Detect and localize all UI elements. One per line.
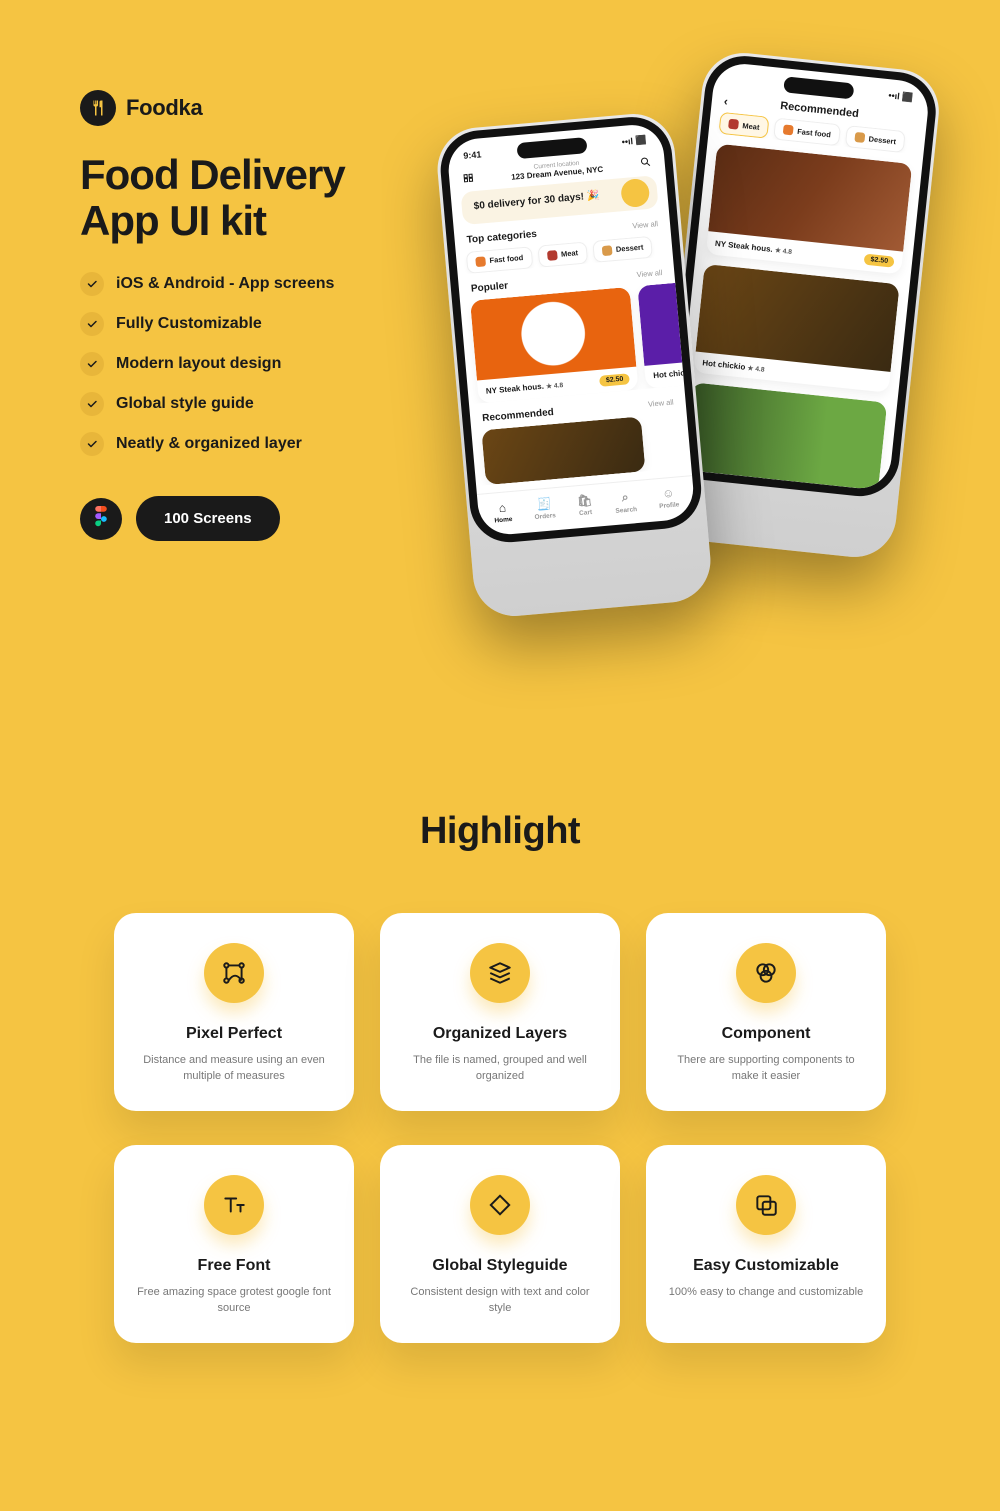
tile-desc: There are supporting components to make … [668, 1053, 864, 1085]
tab-orders[interactable]: 🧾Orders [533, 496, 556, 522]
brand-logo-icon [80, 90, 116, 126]
tab-home[interactable]: ⌂Home [493, 500, 513, 525]
search-icon[interactable] [638, 154, 653, 169]
phone-home: 9:41 ••ıl ⬛ Current location 123 Dream A… [434, 111, 714, 620]
phone-mockups: 9:41 ••ıl ⬛ ‹ Recommended Meat Fast food… [440, 90, 920, 710]
food-card[interactable] [683, 382, 887, 490]
layers-icon [470, 943, 530, 1003]
section-heading: Highlight [0, 810, 1000, 853]
typography-icon [204, 1175, 264, 1235]
food-card[interactable]: NY Steak hous. ★ 4.8$2.50 [470, 286, 638, 403]
brand-name: Foodka [126, 95, 202, 121]
tile-desc: Free amazing space grotest google font s… [136, 1285, 332, 1317]
recommended-list: NY Steak hous. ★ 4.8$2.50 Hot chickio ★ … [673, 143, 922, 492]
food-image [683, 382, 887, 490]
highlight-grid: Pixel Perfect Distance and measure using… [0, 913, 1000, 1343]
search-icon: ⌕ [614, 489, 637, 506]
check-icon [80, 392, 104, 416]
tile-desc: The file is named, grouped and well orga… [402, 1053, 598, 1085]
view-all-link[interactable]: View all [648, 397, 674, 408]
tab-search[interactable]: ⌕Search [614, 489, 638, 515]
status-icons: ••ıl ⬛ [621, 134, 647, 147]
price-badge: $2.50 [599, 373, 629, 387]
status-time: 9:41 [463, 149, 482, 161]
feature-item: iOS & Android - App screens [80, 272, 420, 296]
brand: Foodka [80, 90, 420, 126]
tile-title: Pixel Perfect [186, 1025, 282, 1043]
tile-pixel-perfect: Pixel Perfect Distance and measure using… [114, 913, 354, 1111]
tile-styleguide: Global Styleguide Consistent design with… [380, 1145, 620, 1343]
feature-list: iOS & Android - App screens Fully Custom… [80, 272, 420, 456]
tile-desc: Distance and measure using an even multi… [136, 1053, 332, 1085]
tile-title: Free Font [198, 1257, 271, 1275]
tab-profile[interactable]: ☺Profile [658, 485, 680, 511]
tile-title: Component [722, 1025, 811, 1043]
profile-icon: ☺ [658, 485, 679, 501]
menu-icon[interactable] [461, 170, 476, 185]
diamond-icon [470, 1175, 530, 1235]
food-card[interactable]: NY Steak hous. ★ 4.8$2.50 [706, 144, 913, 275]
check-icon [80, 352, 104, 376]
check-icon [80, 312, 104, 336]
feature-item: Modern layout design [80, 352, 420, 376]
cart-icon: 🛍 [576, 492, 592, 507]
highlight-section: Highlight Pixel Perfect Distance and mea… [0, 750, 1000, 1423]
section-title: Recommended [482, 406, 554, 423]
view-all-link[interactable]: View all [636, 267, 662, 278]
popular-row: NY Steak hous. ★ 4.8$2.50 Hot chick [460, 282, 684, 403]
food-image [470, 286, 636, 380]
feature-item: Fully Customizable [80, 312, 420, 336]
figma-icon [80, 498, 122, 540]
status-icons: ••ıl ⬛ [888, 90, 914, 104]
component-icon [736, 943, 796, 1003]
tab-bar: ⌂Home 🧾Orders 🛍Cart ⌕Search ☺Profile [477, 475, 696, 537]
tab-cart[interactable]: 🛍Cart [576, 492, 593, 517]
feature-item: Neatly & organized layer [80, 432, 420, 456]
chip-meat[interactable]: Meat [537, 241, 588, 267]
orders-icon: 🧾 [533, 496, 555, 512]
hero-title: Food Delivery App UI kit [80, 152, 420, 244]
tile-component: Component There are supporting component… [646, 913, 886, 1111]
food-card[interactable]: Hot chickio ★ 4.8 [693, 264, 899, 393]
price-badge: $2.50 [864, 254, 895, 268]
tile-desc: Consistent design with text and color st… [402, 1285, 598, 1317]
tile-desc: 100% easy to change and customizable [669, 1285, 863, 1301]
copy-icon [736, 1175, 796, 1235]
screens-badge: 100 Screens [136, 496, 280, 541]
hero: Foodka Food Delivery App UI kit iOS & An… [0, 0, 1000, 750]
section-title: Populer [470, 280, 508, 294]
home-icon: ⌂ [493, 500, 512, 516]
section-title: Top categories [466, 228, 537, 245]
tile-title: Easy Customizable [693, 1257, 839, 1275]
tile-title: Organized Layers [433, 1025, 567, 1043]
hero-intro: Foodka Food Delivery App UI kit iOS & An… [80, 90, 420, 710]
check-icon [80, 432, 104, 456]
food-card[interactable]: Hot chick [637, 282, 684, 388]
notch [783, 76, 854, 99]
notch [516, 137, 587, 159]
cta-row: 100 Screens [80, 496, 420, 541]
back-icon[interactable]: ‹ [723, 94, 728, 108]
food-image [637, 282, 684, 365]
check-icon [80, 272, 104, 296]
scooter-icon [620, 178, 650, 208]
tile-organized-layers: Organized Layers The file is named, grou… [380, 913, 620, 1111]
vector-icon [204, 943, 264, 1003]
tile-free-font: Free Font Free amazing space grotest goo… [114, 1145, 354, 1343]
tile-title: Global Styleguide [432, 1257, 567, 1275]
feature-item: Global style guide [80, 392, 420, 416]
view-all-link[interactable]: View all [632, 219, 658, 230]
tile-customizable: Easy Customizable 100% easy to change an… [646, 1145, 886, 1343]
